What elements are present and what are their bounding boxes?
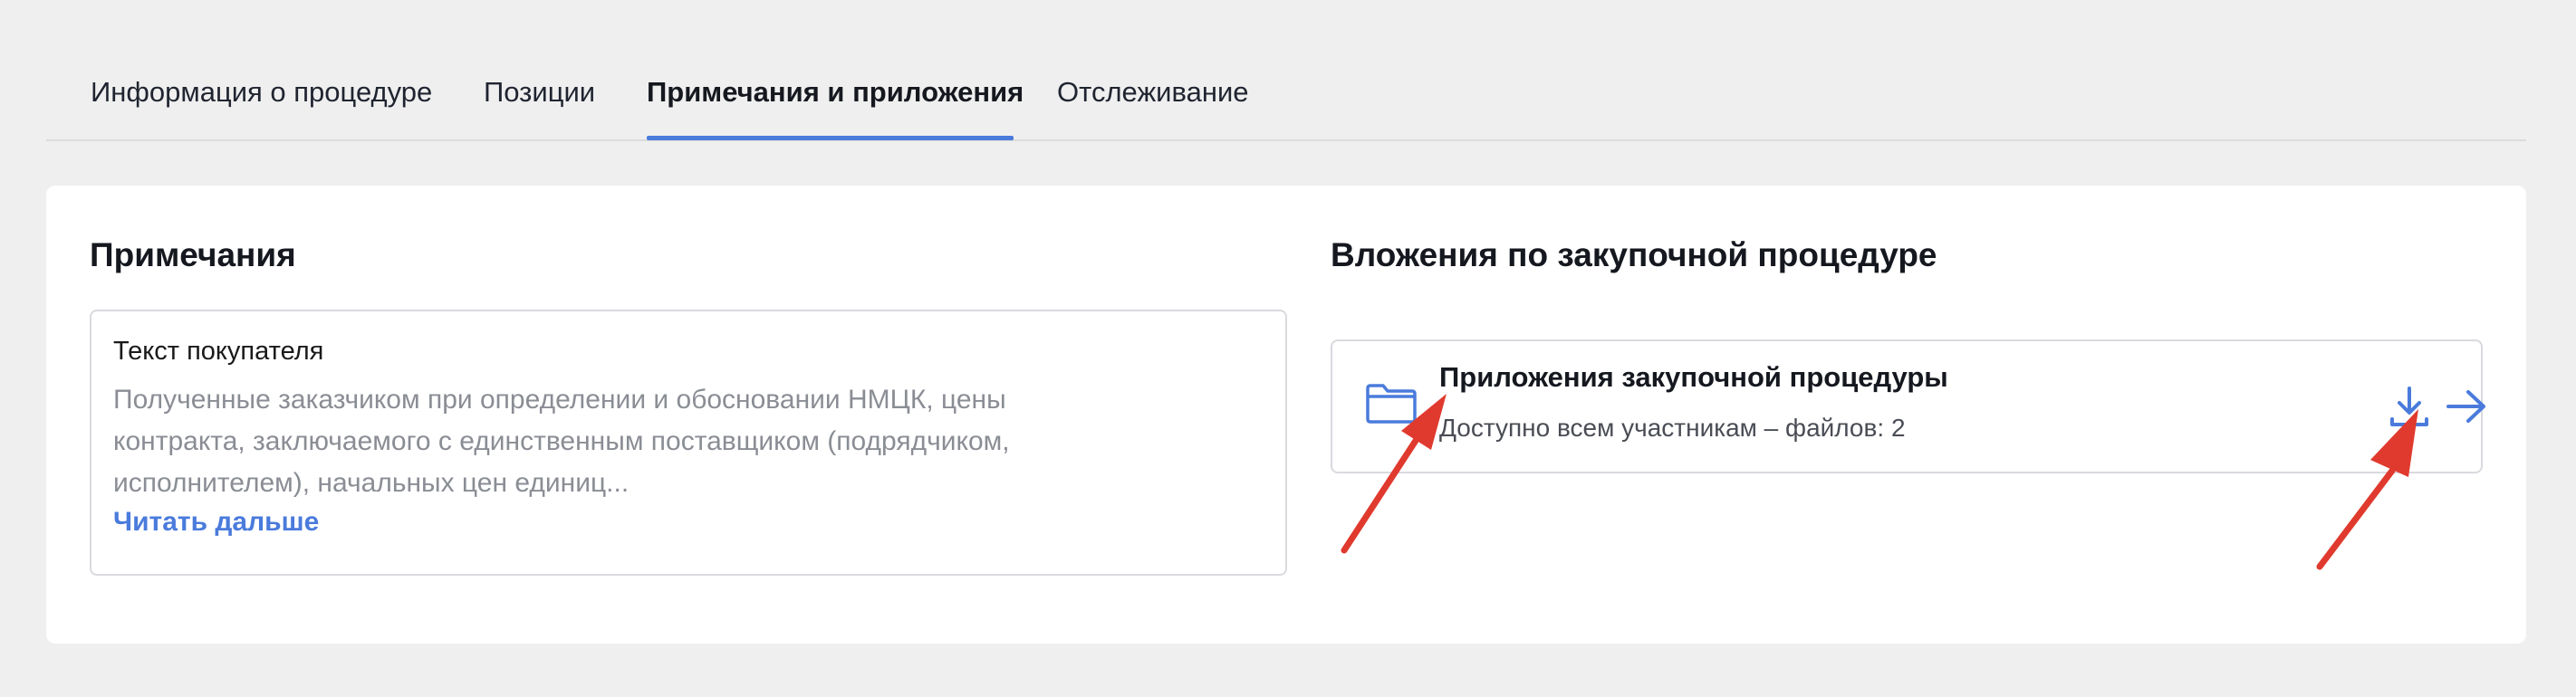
notes-text-line: исполнителем), начальных цен единиц...: [113, 468, 630, 498]
notes-text-line: контракта, заключаемого с единственным п…: [113, 426, 1010, 456]
arrow-right-icon[interactable]: [2446, 388, 2487, 425]
notes-box: Текст покупателя Полученные заказчиком п…: [90, 310, 1287, 576]
folder-icon: [1366, 384, 1417, 424]
tab-tracking[interactable]: Отслеживание: [1057, 74, 1249, 110]
notes-title: Примечания: [90, 236, 296, 273]
tab-notes-attachments[interactable]: Примечания и приложения: [647, 74, 1024, 110]
active-tab-indicator: [647, 136, 1014, 140]
attachment-item[interactable]: Приложения закупочной процедуры Доступно…: [1331, 339, 2485, 473]
attachment-name: Приложения закупочной процедуры: [1439, 361, 1948, 393]
tab-procedure-info[interactable]: Информация о процедуре: [91, 74, 432, 110]
attachments-title: Вложения по закупочной процедуре: [1331, 236, 1937, 273]
page: Информация о процедуре Позиции Примечани…: [0, 0, 2576, 697]
read-more-link[interactable]: Читать дальше: [113, 507, 319, 538]
download-icon[interactable]: [2389, 385, 2430, 428]
tab-bar: Информация о процедуре Позиции Примечани…: [46, 0, 2526, 141]
notes-text: Полученные заказчиком при определении и …: [113, 379, 1200, 504]
attachment-subtitle: Доступно всем участникам – файлов: 2: [1439, 414, 1906, 442]
notes-text-line: Полученные заказчиком при определении и …: [113, 385, 1006, 415]
tab-positions[interactable]: Позиции: [484, 74, 595, 110]
content-card: Примечания Текст покупателя Полученные з…: [46, 186, 2526, 644]
notes-label: Текст покупателя: [113, 337, 324, 366]
